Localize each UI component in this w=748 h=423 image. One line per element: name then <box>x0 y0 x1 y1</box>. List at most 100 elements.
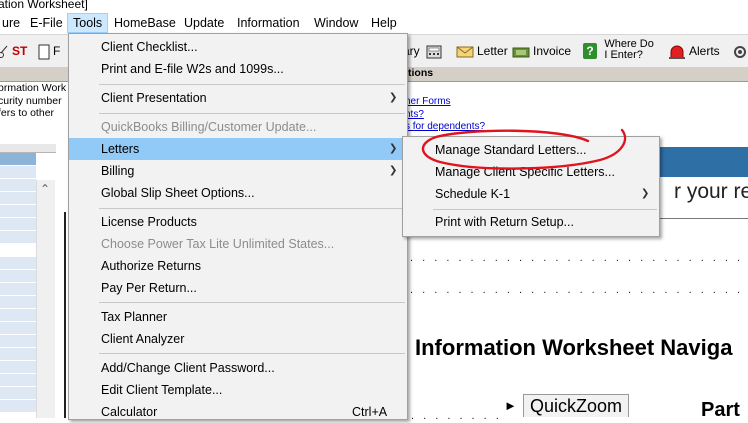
menu-item-choose-power-tax: Choose Power Tax Lite Unlimited States..… <box>101 237 335 251</box>
toolbar-more-button[interactable] <box>732 41 748 61</box>
chevron-right-icon: ❯ <box>389 165 398 176</box>
chevron-right-icon: ❯ <box>389 143 398 154</box>
form-tree-row[interactable] <box>0 283 36 296</box>
menu-item-client-presentation[interactable]: Client Presentation ❯ <box>69 87 407 109</box>
help-question-icon: ? <box>583 43 597 59</box>
svg-text:?: ? <box>586 44 593 58</box>
quickzoom-button[interactable]: QuickZoom <box>523 394 630 417</box>
menu-item-print-with-return-setup[interactable]: Print with Return Setup... <box>403 211 659 233</box>
info-line: curity number <box>0 94 62 107</box>
menu-efile[interactable]: E-File <box>25 14 68 32</box>
form-tree-row[interactable] <box>0 361 36 374</box>
menu-separator <box>433 209 657 210</box>
form-tree-row[interactable] <box>0 270 36 283</box>
document-partial-heading: r your re <box>674 180 748 203</box>
menu-separator <box>99 208 405 209</box>
form-tree-row[interactable] <box>0 218 36 231</box>
menu-item-manage-client-specific-letters[interactable]: Manage Client Specific Letters... <box>403 161 659 183</box>
form-icon <box>38 44 50 60</box>
menu-item-client-checklist[interactable]: Client Checklist... <box>69 36 407 58</box>
form-tree-row[interactable] <box>0 257 36 270</box>
menu-item-client-analyzer[interactable]: Client Analyzer <box>69 328 407 350</box>
menu-item-print-efile-w2s[interactable]: Print and E-file W2s and 1099s... <box>69 58 407 80</box>
link-other-forms[interactable]: her Forms <box>405 96 485 109</box>
alert-siren-icon <box>669 45 685 59</box>
navigation-title: Information Worksheet Naviga <box>415 335 733 360</box>
form-tree-panel: ⌃ <box>0 144 57 418</box>
form-tree-row[interactable] <box>0 335 36 348</box>
chevron-up-icon[interactable]: ⌃ <box>36 180 54 198</box>
menu-item-authorize-returns[interactable]: Authorize Returns <box>69 255 407 277</box>
worksheet-info-text: ormation Works curity number fers to oth… <box>0 82 66 142</box>
menu-item-quickbooks-billing: QuickBooks Billing/Customer Update... <box>101 120 317 134</box>
toolbar-state-button[interactable]: ST <box>12 41 27 61</box>
help-links: her Forms nts? s for dependents? <box>405 96 485 134</box>
form-tree-row[interactable] <box>0 348 36 361</box>
chevron-right-icon: ❯ <box>389 92 398 103</box>
part-heading: Part <box>701 399 740 421</box>
menu-tools[interactable]: Tools <box>67 13 109 33</box>
menu-separator <box>99 353 405 354</box>
menu-help[interactable]: Help <box>366 14 402 32</box>
shortcut-label: Ctrl+A <box>352 405 388 419</box>
menu-item-pay-per-return[interactable]: Pay Per Return... <box>69 277 407 299</box>
menu-update[interactable]: Update <box>179 14 229 32</box>
toolbar-cut-button[interactable] <box>0 41 11 61</box>
toolbar-where-do-i-enter-button[interactable]: ? Where Do I Enter? <box>582 39 654 63</box>
menu-item-letters[interactable]: Letters ❯ <box>69 138 407 160</box>
window-title: ation Worksheet] <box>0 0 88 11</box>
menu-item-edit-client-template[interactable]: Edit Client Template... <box>69 379 407 401</box>
menu-item-tax-planner[interactable]: Tax Planner <box>69 306 407 328</box>
settings-icon <box>734 45 746 58</box>
form-tree-row[interactable] <box>0 166 36 179</box>
form-tree-row[interactable] <box>0 231 36 244</box>
scissors-icon <box>0 45 8 58</box>
info-line: fers to other <box>0 107 55 119</box>
menu-separator <box>99 302 405 303</box>
band-label: tions <box>408 67 434 79</box>
menu-window[interactable]: Window <box>309 14 363 32</box>
tools-menu: Client Checklist... Print and E-file W2s… <box>68 33 408 420</box>
form-tree-row[interactable] <box>0 296 36 309</box>
menu-item-billing[interactable]: Billing ❯ <box>69 160 407 182</box>
menu-item-global-slip-sheet[interactable]: Global Slip Sheet Options... <box>69 182 407 204</box>
menu-separator <box>99 84 405 85</box>
form-tree-row[interactable] <box>0 309 36 322</box>
toolbar-invoice-button[interactable]: Invoice <box>512 41 571 61</box>
link-dependents[interactable]: s for dependents? <box>405 121 485 134</box>
toolbar-forms-button[interactable]: F <box>38 41 60 61</box>
invoice-icon <box>512 47 530 58</box>
form-tree-row[interactable] <box>0 374 36 387</box>
toolbar-calculator-button[interactable] <box>426 41 445 61</box>
form-tree-row[interactable] <box>0 244 36 257</box>
form-tree-selected-row[interactable] <box>0 153 36 165</box>
dotted-leader: . . . . . . . . . . . . . . . . . . . . … <box>410 288 748 294</box>
menu-information[interactable]: Information <box>232 14 305 32</box>
toolbar-letter-button[interactable]: Letter <box>456 41 508 61</box>
menu-item-add-change-password[interactable]: Add/Change Client Password... <box>69 357 407 379</box>
window-title-bar: ation Worksheet] <box>0 0 748 12</box>
form-tree-row[interactable] <box>0 387 36 400</box>
menu-item-manage-standard-letters[interactable]: Manage Standard Letters... <box>403 139 659 161</box>
menu-item-calculator[interactable]: Calculator Ctrl+A <box>69 401 407 423</box>
dotted-leader: . . . . . . . . . . . . <box>411 414 501 420</box>
toolbar-alerts-button[interactable]: Alerts <box>668 41 720 61</box>
form-tree-header <box>0 144 56 153</box>
info-line: ormation Works <box>0 82 66 94</box>
document-margin-line <box>64 212 66 418</box>
link-nts[interactable]: nts? <box>405 109 485 122</box>
form-tree-row[interactable] <box>0 322 36 335</box>
envelope-icon <box>456 46 474 58</box>
menu-item-schedule-k1[interactable]: Schedule K-1 ❯ <box>403 183 659 205</box>
menu-item-license-products[interactable]: License Products <box>69 211 407 233</box>
menu-homebase[interactable]: HomeBase <box>109 14 181 32</box>
form-tree-row[interactable] <box>0 205 36 218</box>
form-tree-row[interactable] <box>0 192 36 205</box>
form-tree-scrollbar[interactable] <box>36 180 55 418</box>
form-tree-row[interactable] <box>0 400 36 413</box>
menu-ure[interactable]: ure <box>0 14 25 32</box>
form-tree-row[interactable] <box>0 179 36 192</box>
calculator-icon <box>426 45 442 59</box>
chevron-right-icon: ❯ <box>641 188 650 199</box>
dotted-leader: . . . . . . . . . . . . . . . . . . . . … <box>410 256 748 262</box>
